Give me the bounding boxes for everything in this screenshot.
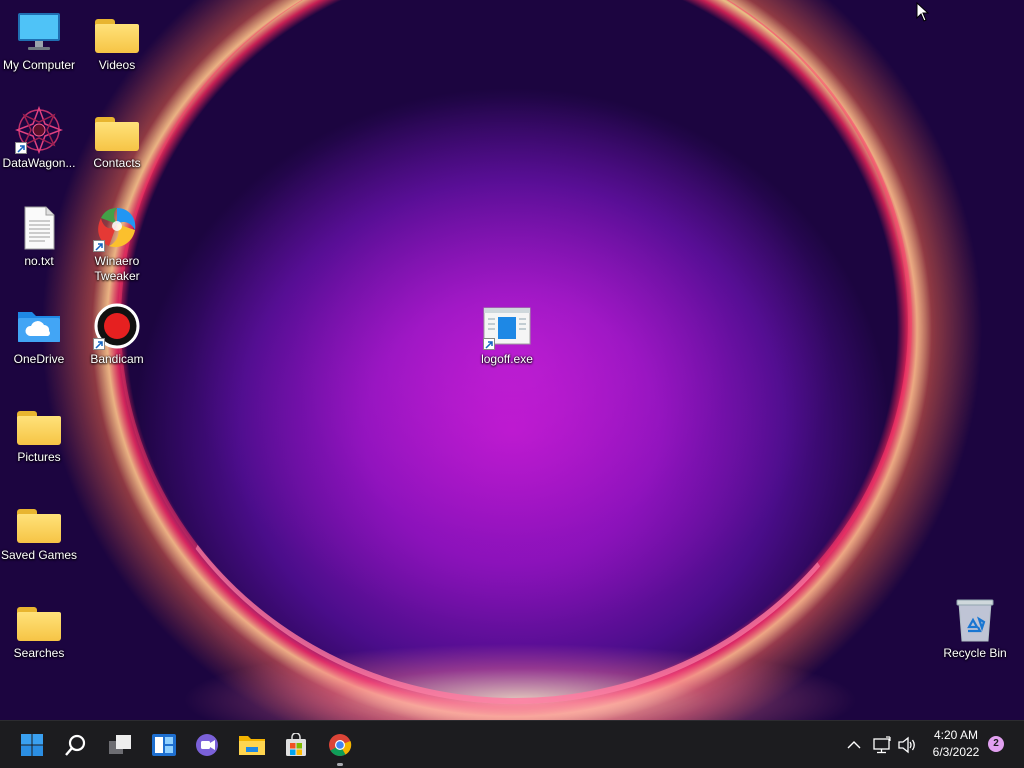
task-view-button[interactable]: [103, 729, 137, 761]
exe-window-icon: [483, 302, 531, 350]
start-button[interactable]: [15, 729, 49, 761]
chevron-up-icon: [847, 741, 861, 749]
desktop-icon-searches[interactable]: Searches: [0, 596, 78, 661]
folder-icon: [15, 400, 63, 448]
folder-icon: [93, 8, 141, 56]
desktop-icon-winaero-tweaker[interactable]: Winaero Tweaker: [78, 204, 156, 284]
teams-chat-icon: [196, 734, 218, 756]
desktop-icon-no-txt[interactable]: no.txt: [0, 204, 78, 269]
folder-icon: [15, 596, 63, 644]
search-icon: [65, 734, 86, 756]
desktop-icon-contacts[interactable]: Contacts: [78, 106, 156, 171]
file-explorer-button[interactable]: [235, 729, 269, 761]
desktop-icon-label: Recycle Bin: [943, 646, 1007, 660]
desktop-icon-logoff-exe[interactable]: logoff.exe: [468, 302, 546, 367]
text-document-icon: [15, 204, 63, 252]
microsoft-store-button[interactable]: [279, 729, 313, 761]
chat-button[interactable]: [191, 729, 225, 761]
shortcut-arrow-icon: [15, 142, 27, 154]
desktop-icon-label: Saved Games: [0, 548, 78, 562]
volume-icon: [898, 736, 915, 754]
desktop-icon-saved-games[interactable]: Saved Games: [0, 498, 78, 563]
desktop-icon-datawagon[interactable]: DataWagon...: [0, 106, 78, 171]
clock-date: 6/3/2022: [932, 745, 980, 759]
windows-start-icon: [21, 734, 43, 756]
mouse-cursor-icon: [916, 1, 930, 26]
running-indicator: [337, 763, 343, 766]
winaero-tweaker-icon: [93, 204, 141, 252]
desktop-icon-label: no.txt: [24, 254, 54, 268]
desktop-icon-label: Videos: [98, 58, 136, 72]
shortcut-arrow-icon: [93, 240, 105, 252]
bandicam-record-icon: [93, 302, 141, 350]
computer-monitor-icon: [15, 8, 63, 56]
widgets-icon: [152, 734, 176, 756]
network-button[interactable]: [870, 721, 894, 768]
desktop-icon-recycle-bin[interactable]: Recycle Bin: [936, 596, 1014, 661]
folder-icon: [93, 106, 141, 154]
desktop-icon-label: DataWagon...: [2, 156, 76, 170]
desktop-icon-my-computer[interactable]: My Computer: [0, 8, 78, 73]
shortcut-arrow-icon: [93, 338, 105, 350]
desktop-icon-label: My Computer: [2, 58, 76, 72]
desktop-icon-label: Bandicam: [90, 352, 144, 366]
desktop-icon-label: Pictures: [17, 450, 61, 464]
desktop-icon-label: Searches: [13, 646, 65, 660]
clock-time: 4:20 AM: [933, 728, 979, 742]
desktop-icon-label: OneDrive: [13, 352, 65, 366]
chrome-icon: [329, 734, 352, 756]
taskbar: 4:20 AM 6/3/2022: [0, 720, 1024, 768]
desktop-icon-label: logoff.exe: [481, 352, 533, 366]
recycle-bin-icon: [951, 596, 999, 644]
desktop-icon-onedrive[interactable]: OneDrive: [0, 302, 78, 367]
network-icon: [873, 736, 891, 754]
volume-button[interactable]: [895, 721, 919, 768]
folder-icon: [15, 498, 63, 546]
notification-badge[interactable]: 2: [988, 736, 1004, 752]
task-view-icon: [109, 735, 131, 754]
file-explorer-icon: [239, 736, 265, 755]
tray-overflow-button[interactable]: [842, 721, 866, 768]
desktop-icon-label: Winaero Tweaker: [94, 254, 140, 283]
shortcut-arrow-icon: [483, 338, 495, 350]
desktop-icon-pictures[interactable]: Pictures: [0, 400, 78, 465]
widgets-button[interactable]: [147, 729, 181, 761]
microsoft-store-icon: [286, 733, 306, 756]
search-button[interactable]: [59, 729, 93, 761]
desktop-icon-bandicam[interactable]: Bandicam: [78, 302, 156, 367]
desktop-icon-label: Contacts: [93, 156, 141, 170]
desktop-icon-videos[interactable]: Videos: [78, 8, 156, 73]
chrome-button[interactable]: [323, 729, 357, 761]
clock-button[interactable]: 4:20 AM 6/3/2022: [922, 727, 990, 761]
datawagon-mandala-icon: [15, 106, 63, 154]
onedrive-folder-icon: [15, 302, 63, 350]
